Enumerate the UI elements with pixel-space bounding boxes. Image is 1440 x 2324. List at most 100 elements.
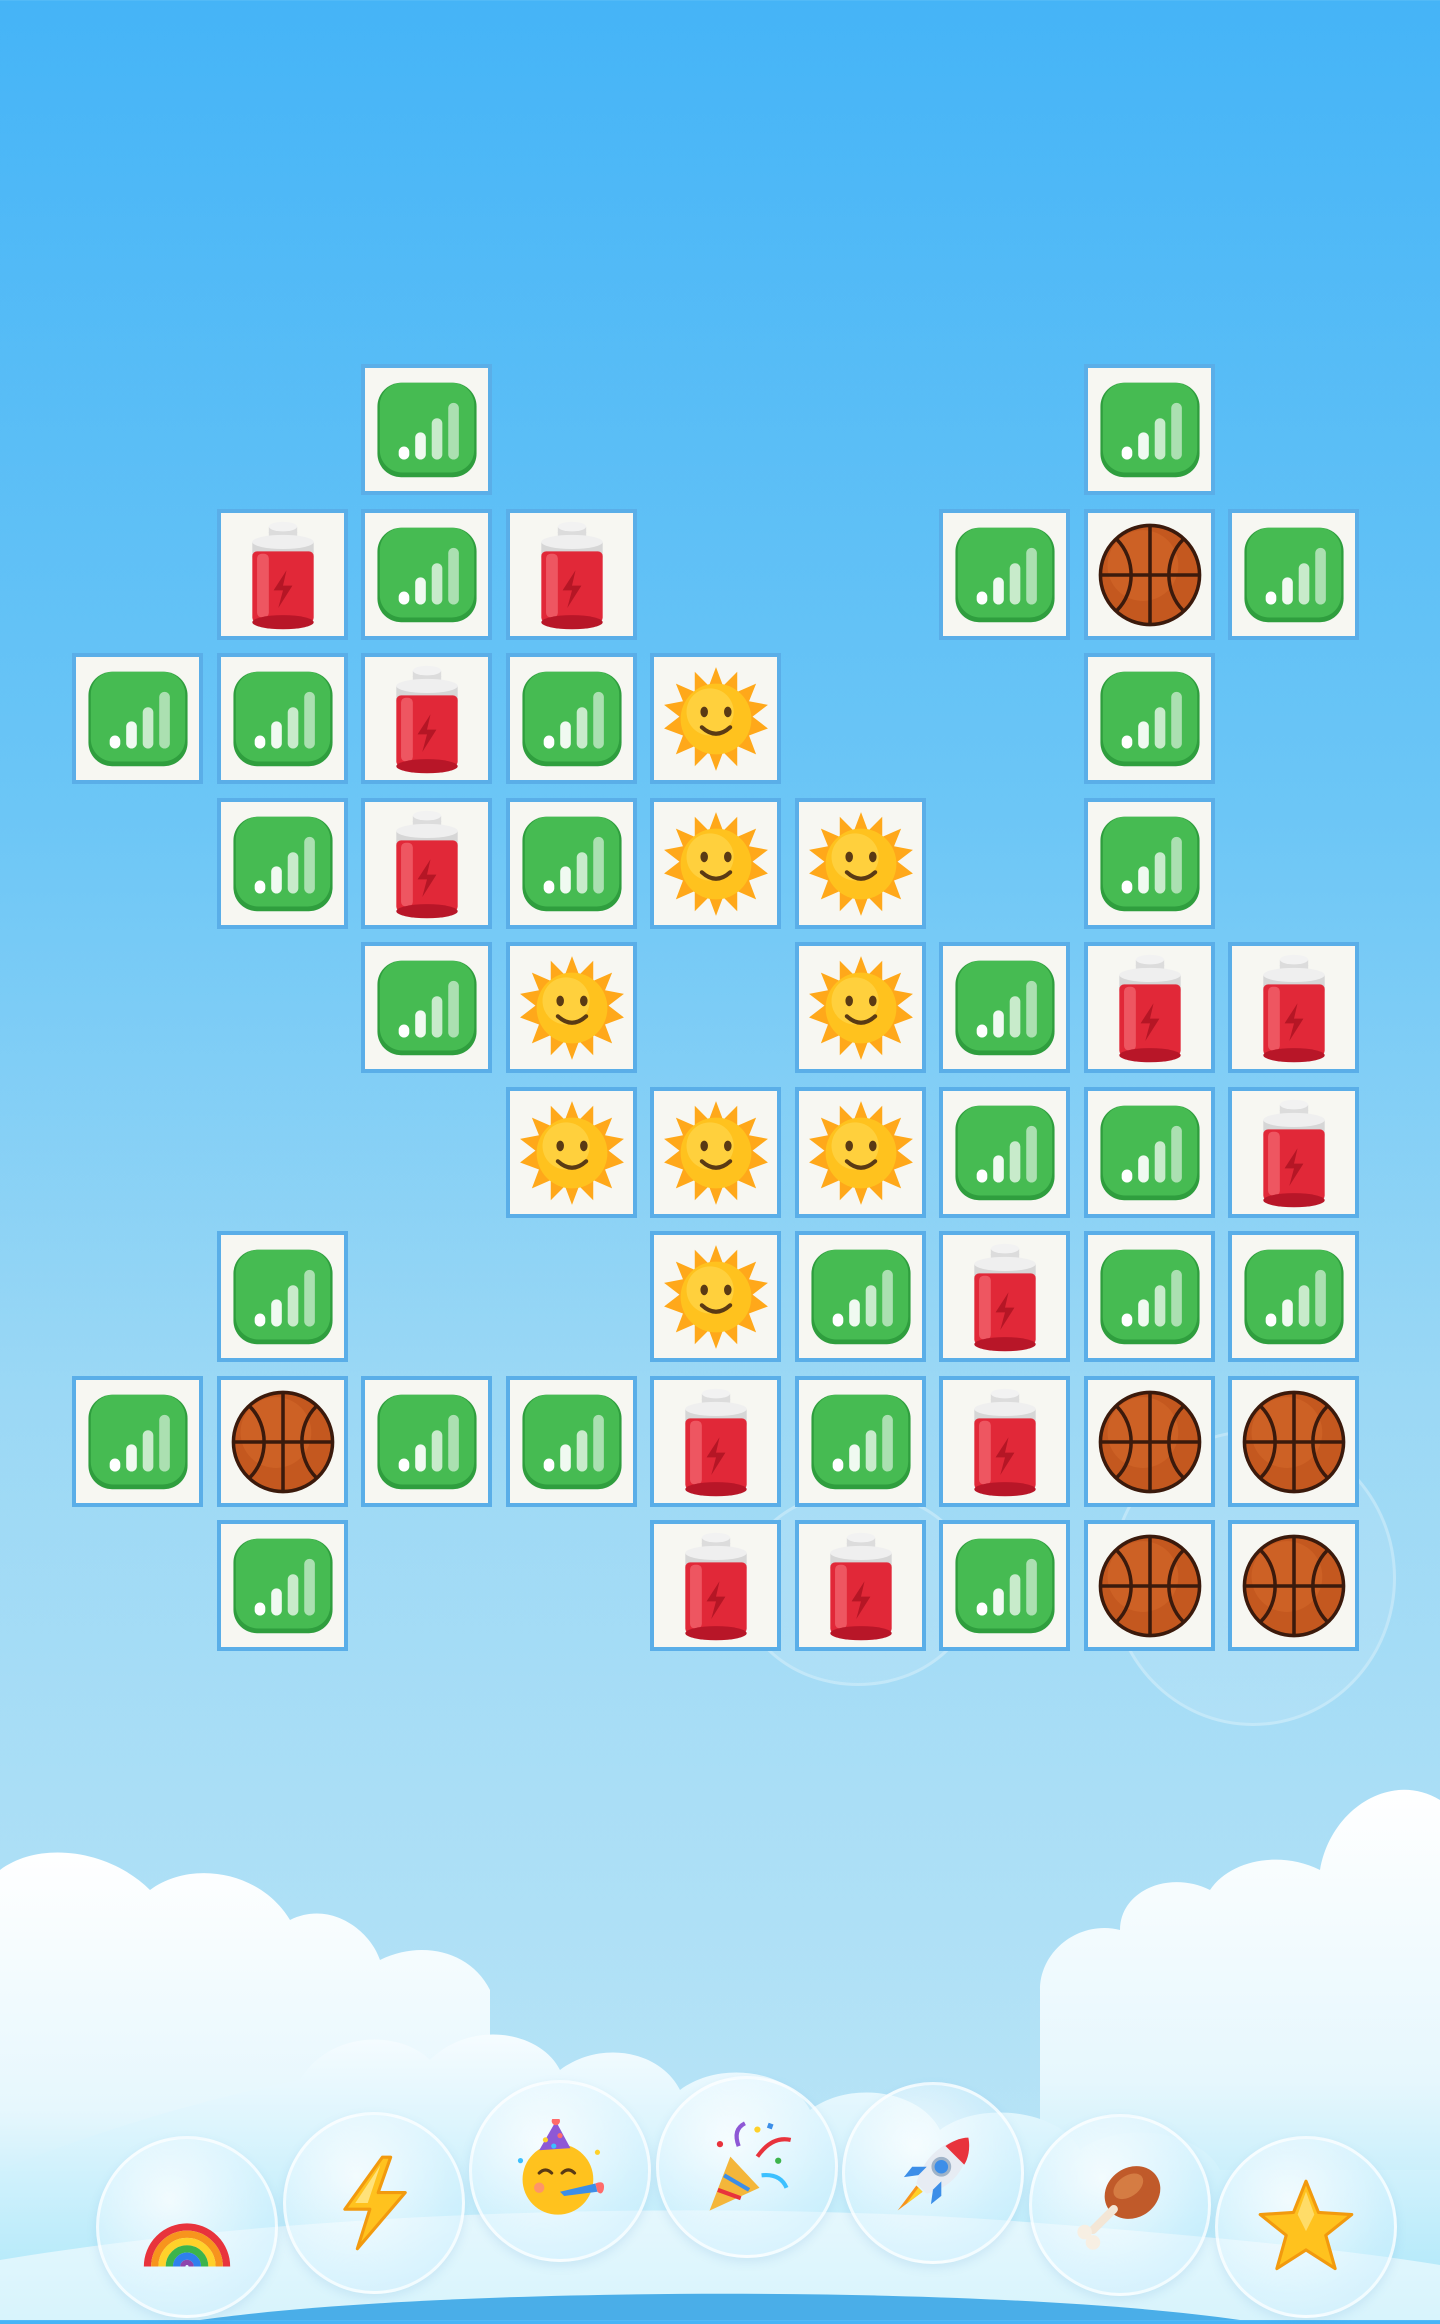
board-tile[interactable] [361, 1376, 492, 1507]
board-tile[interactable] [650, 798, 781, 929]
sun-icon [657, 805, 775, 923]
board-tile[interactable] [217, 509, 348, 640]
board-tile[interactable] [1084, 942, 1215, 1073]
sun-icon [802, 805, 920, 923]
board-tile[interactable] [1228, 1231, 1359, 1362]
board-tile[interactable] [361, 653, 492, 784]
signal-bars-icon [513, 805, 631, 923]
board-tile[interactable] [1084, 1231, 1215, 1362]
board-tile[interactable] [506, 653, 637, 784]
board-tile[interactable] [506, 509, 637, 640]
party-face-icon [508, 2119, 612, 2223]
battery-icon [946, 1383, 1064, 1501]
board-tile[interactable] [795, 798, 926, 929]
signal-bars-icon [368, 1383, 486, 1501]
sun-icon [802, 949, 920, 1067]
board-tile[interactable] [72, 653, 203, 784]
board-tile[interactable] [1228, 1087, 1359, 1218]
board-tile[interactable] [939, 1087, 1070, 1218]
battery-icon [657, 1527, 775, 1645]
board-tile[interactable] [1084, 509, 1215, 640]
star-powerup-button[interactable] [1215, 2136, 1397, 2318]
board-tile[interactable] [795, 1087, 926, 1218]
sun-icon [657, 660, 775, 778]
board-tile[interactable] [1084, 798, 1215, 929]
battery-icon [1235, 949, 1353, 1067]
board-tile[interactable] [939, 1376, 1070, 1507]
signal-bars-icon [1091, 1094, 1209, 1212]
signal-bars-icon [79, 660, 197, 778]
signal-bars-icon [946, 1094, 1064, 1212]
signal-bars-icon [224, 805, 342, 923]
signal-bars-icon [802, 1383, 920, 1501]
signal-bars-icon [79, 1383, 197, 1501]
signal-bars-icon [368, 949, 486, 1067]
signal-bars-icon [1235, 1238, 1353, 1356]
board-tile[interactable] [795, 942, 926, 1073]
signal-bars-icon [224, 660, 342, 778]
board-tile[interactable] [361, 509, 492, 640]
battery-icon [657, 1383, 775, 1501]
basketball-icon [1091, 1383, 1209, 1501]
battery-icon [802, 1527, 920, 1645]
game-board [0, 0, 1440, 1726]
board-tile[interactable] [1084, 1376, 1215, 1507]
signal-bars-icon [1091, 1238, 1209, 1356]
drumstick-powerup-button[interactable] [1029, 2114, 1211, 2296]
board-tile[interactable] [650, 1231, 781, 1362]
board-tile[interactable] [650, 653, 781, 784]
board-tile[interactable] [939, 942, 1070, 1073]
party-popper-powerup-button[interactable] [656, 2076, 838, 2258]
board-tile[interactable] [1228, 1376, 1359, 1507]
board-tile[interactable] [1084, 1087, 1215, 1218]
board-tile[interactable] [1084, 653, 1215, 784]
board-tile[interactable] [506, 798, 637, 929]
signal-bars-icon [513, 660, 631, 778]
board-tile[interactable] [506, 942, 637, 1073]
board-tile[interactable] [650, 1520, 781, 1651]
signal-bars-icon [224, 1527, 342, 1645]
signal-bars-icon [1091, 805, 1209, 923]
board-tile[interactable] [795, 1520, 926, 1651]
sun-icon [513, 949, 631, 1067]
board-tile[interactable] [1084, 1520, 1215, 1651]
rainbow-icon [135, 2175, 239, 2279]
sun-icon [657, 1094, 775, 1212]
star-icon [1254, 2175, 1358, 2279]
board-tile[interactable] [939, 1231, 1070, 1362]
board-tile[interactable] [361, 798, 492, 929]
board-tile[interactable] [795, 1376, 926, 1507]
board-tile[interactable] [361, 364, 492, 495]
lightning-powerup-button[interactable] [283, 2112, 465, 2294]
board-tile[interactable] [795, 1231, 926, 1362]
sun-icon [513, 1094, 631, 1212]
board-tile[interactable] [1228, 942, 1359, 1073]
board-tile[interactable] [506, 1376, 637, 1507]
battery-icon [368, 805, 486, 923]
sun-icon [802, 1094, 920, 1212]
signal-bars-icon [946, 1527, 1064, 1645]
signal-bars-icon [802, 1238, 920, 1356]
board-tile[interactable] [650, 1087, 781, 1218]
board-tile[interactable] [217, 1520, 348, 1651]
board-tile[interactable] [217, 1231, 348, 1362]
board-tile[interactable] [217, 1376, 348, 1507]
board-tile[interactable] [1228, 509, 1359, 640]
battery-icon [513, 516, 631, 634]
battery-icon [946, 1238, 1064, 1356]
board-tile[interactable] [217, 798, 348, 929]
basketball-icon [1091, 516, 1209, 634]
board-tile[interactable] [1228, 1520, 1359, 1651]
board-tile[interactable] [939, 509, 1070, 640]
party-face-powerup-button[interactable] [469, 2080, 651, 2262]
board-tile[interactable] [72, 1376, 203, 1507]
board-tile[interactable] [506, 1087, 637, 1218]
rocket-powerup-button[interactable] [842, 2082, 1024, 2264]
basketball-icon [1235, 1527, 1353, 1645]
board-tile[interactable] [1084, 364, 1215, 495]
rainbow-powerup-button[interactable] [96, 2136, 278, 2318]
board-tile[interactable] [361, 942, 492, 1073]
board-tile[interactable] [939, 1520, 1070, 1651]
board-tile[interactable] [650, 1376, 781, 1507]
board-tile[interactable] [217, 653, 348, 784]
